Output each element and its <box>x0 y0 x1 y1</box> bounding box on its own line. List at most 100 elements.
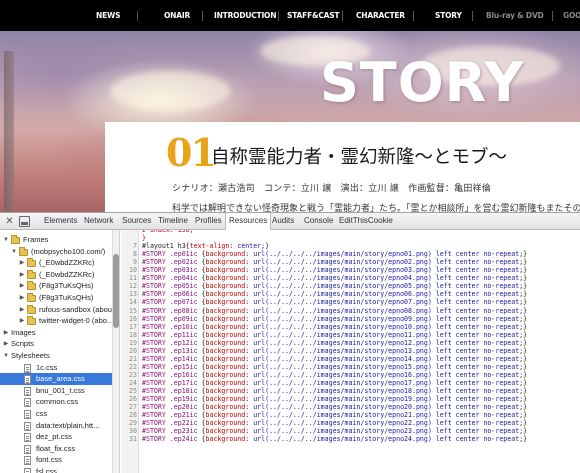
collapse-arrow-icon[interactable]: ▶ <box>18 304 26 316</box>
nav-onair[interactable]: ONAIR <box>164 0 190 31</box>
css-selector: #STORY .ep19ic <box>142 395 202 404</box>
tab-console[interactable]: Console <box>301 213 336 229</box>
css-property: background <box>205 338 246 347</box>
collapse-arrow-icon[interactable]: ▶ <box>18 280 26 292</box>
css-url-value: url(../../../../images/main/story/epno05… <box>253 282 432 291</box>
colon: : <box>245 274 254 283</box>
collapse-arrow-icon[interactable]: ▶ <box>2 327 10 339</box>
sidebar-item[interactable]: data:text/plain,htt... <box>0 420 112 432</box>
colon: : <box>245 266 254 275</box>
sidebar-item[interactable]: ▶ (_E0wbdZZKRc) <box>0 269 112 281</box>
sidebar-item[interactable]: ▶ (F8g3TuKsQHs) <box>0 280 112 292</box>
css-value: left center no-repeat <box>435 427 520 436</box>
css-selector: #STORY .ep17ic <box>142 378 202 387</box>
css-selector: #STORY .ep02ic <box>142 258 202 267</box>
sidebar-item[interactable]: ▼ (mobpsycho100.com/) <box>0 246 112 258</box>
css-property: background <box>205 411 246 420</box>
sidebar-item[interactable]: common.css <box>0 396 112 408</box>
sidebar-item[interactable]: 1c.css <box>0 362 112 374</box>
sidebar-item[interactable]: bnu_001_t.css <box>0 385 112 397</box>
tab-resources[interactable]: Resources <box>225 213 272 230</box>
site-nav: NEWS ONAIR INTRODUCTION STAFF&CAST CHARA… <box>0 0 580 31</box>
tab-sources[interactable]: Sources <box>119 213 154 229</box>
brace: ;} <box>519 314 528 323</box>
css-property: background <box>205 395 246 404</box>
brace: ;} <box>519 411 528 420</box>
episode-number: 01 <box>166 130 217 175</box>
css-property: text-align <box>189 242 230 251</box>
nav-divider <box>137 11 138 21</box>
css-selector: #STORY .ep11ic <box>142 330 202 339</box>
sidebar-item[interactable]: ▼ Stylesheets <box>0 350 112 362</box>
sidebar-item[interactable]: ▶ Images <box>0 327 112 339</box>
nav-introduction[interactable]: INTRODUCTION <box>214 0 277 31</box>
sidebar-item[interactable]: ▶ (_E0wbdZZKRc) <box>0 257 112 269</box>
nav-bluray-dvd[interactable]: Blu-ray & DVD <box>486 0 544 31</box>
nav-character[interactable]: CHARACTER <box>356 0 405 31</box>
tab-audits[interactable]: Audits <box>269 213 297 229</box>
sidebar-item[interactable]: base_area.css <box>0 373 112 386</box>
episode-title: 自称霊能力者・霊幻新隆〜とモブ〜 <box>211 147 508 168</box>
css-property: background <box>205 250 246 259</box>
css-url-value: url(../../../../images/main/story/epno12… <box>253 338 432 347</box>
nav-staff-cast[interactable]: STAFF&CAST <box>287 0 340 31</box>
file-icon <box>24 410 31 419</box>
css-url-value: url(../../../../images/main/story/epno20… <box>253 403 432 412</box>
sidebar-item-label: (_E0wbdZZKRc) <box>39 258 95 268</box>
sidebar-item-label: bnu_001_t.css <box>36 385 85 395</box>
tab-network[interactable]: Network <box>81 213 116 229</box>
colon: : <box>245 346 254 355</box>
sidebar-item[interactable]: ▼ Frames <box>0 234 112 246</box>
nav-story[interactable]: STORY <box>435 0 462 31</box>
css-url-value: url(../../../../images/main/story/epno16… <box>253 370 432 379</box>
css-url-value: url(../../../../images/main/story/epno22… <box>253 419 432 428</box>
colon: : <box>245 370 254 379</box>
tab-editthiscookie[interactable]: EditThisCookie <box>336 213 396 229</box>
collapse-arrow-icon[interactable]: ▶ <box>2 338 10 350</box>
sidebar-item[interactable]: dez_pt.css <box>0 431 112 443</box>
css-selector: #STORY .ep03ic <box>142 266 202 275</box>
dock-icon[interactable] <box>19 216 30 227</box>
sidebar-item[interactable]: float_fix.css <box>0 443 112 455</box>
colon: : <box>245 387 254 395</box>
collapse-arrow-icon[interactable]: ▶ <box>18 315 26 327</box>
sidebar-scrollbar-thumb[interactable] <box>113 254 119 328</box>
css-selector: #STORY .ep13ic <box>142 346 202 355</box>
css-source-viewer[interactable]: z-index: 150;} 7 #layout1 h3{text-align: c… <box>121 230 580 473</box>
colon: : <box>245 403 254 412</box>
file-icon <box>24 375 31 385</box>
expand-arrow-icon[interactable]: ▼ <box>2 350 10 362</box>
file-icon <box>24 468 31 473</box>
expand-arrow-icon[interactable]: ▼ <box>10 246 18 258</box>
css-value: left center no-repeat <box>435 330 520 339</box>
tab-elements[interactable]: Elements <box>41 213 80 229</box>
expand-arrow-icon[interactable]: ▼ <box>2 234 10 246</box>
nav-goods[interactable]: GOO <box>563 0 580 31</box>
sidebar-item-label: data:text/plain,htt... <box>36 420 100 430</box>
css-property: background <box>205 322 246 331</box>
css-selector: #STORY .ep01ic <box>142 250 202 259</box>
file-icon <box>24 456 31 466</box>
css-property: background <box>205 378 246 387</box>
css-url-value: url(../../../../images/main/story/epno11… <box>253 330 432 339</box>
sidebar-item[interactable]: ▶ rufous-sandbox (abou... <box>0 304 112 316</box>
tab-profiles[interactable]: Profiles <box>192 213 225 229</box>
collapse-arrow-icon[interactable]: ▶ <box>18 269 26 281</box>
sidebar-item[interactable]: ▶ Scripts <box>0 338 112 350</box>
nav-news[interactable]: NEWS <box>96 0 120 31</box>
sidebar-item[interactable]: ▶ twitter-widget-0 (abo... <box>0 315 112 327</box>
tab-timeline[interactable]: Timeline <box>155 213 191 229</box>
sidebar-item[interactable]: css <box>0 408 112 420</box>
css-property: background <box>205 403 246 412</box>
sidebar-item[interactable]: fsl.css <box>0 466 112 473</box>
css-property: background <box>205 435 246 444</box>
collapse-arrow-icon[interactable]: ▶ <box>18 292 26 304</box>
sidebar-item[interactable]: font.css <box>0 454 112 466</box>
brace: ;} <box>519 362 528 371</box>
brace: ;} <box>519 266 528 275</box>
close-icon[interactable]: ✕ <box>4 216 15 227</box>
brace: ;} <box>519 354 528 363</box>
css-url-value: url(../../../../images/main/story/epno04… <box>253 274 432 283</box>
collapse-arrow-icon[interactable]: ▶ <box>18 257 26 269</box>
sidebar-item[interactable]: ▶ (F8g3TuKsQHs) <box>0 292 112 304</box>
